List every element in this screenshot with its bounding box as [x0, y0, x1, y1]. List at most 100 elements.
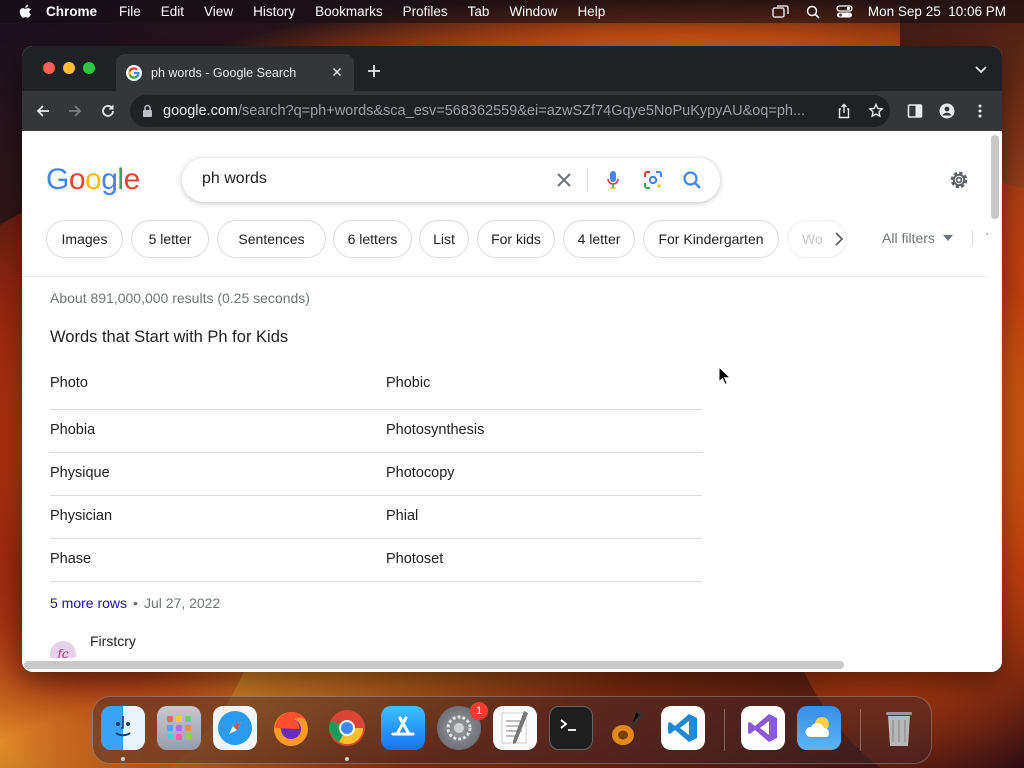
menu-edit[interactable]: Edit [161, 4, 184, 19]
search-box[interactable]: ph words [182, 158, 720, 202]
finder-icon[interactable] [101, 706, 145, 750]
search-icon[interactable] [682, 170, 702, 190]
mouse-pointer-icon [718, 366, 732, 386]
textedit-icon[interactable] [493, 706, 537, 750]
safari-icon[interactable] [213, 706, 257, 750]
all-filters-label: All filters [882, 230, 935, 246]
snippet-table: Photo Phobic Phobia Photosynthesis Physi… [50, 364, 702, 582]
chip-for-kids[interactable]: For kids [477, 220, 555, 258]
snippet-date: Jul 27, 2022 [143, 595, 221, 611]
table-row: Phobia Photosynthesis [50, 410, 702, 453]
menu-bookmarks[interactable]: Bookmarks [315, 4, 383, 19]
menu-window[interactable]: Window [509, 4, 557, 19]
share-icon[interactable] [836, 103, 852, 119]
chip-images[interactable]: Images [46, 220, 123, 258]
horizontal-scroll-thumb[interactable] [24, 661, 844, 669]
lock-icon[interactable] [142, 104, 153, 118]
control-center-icon[interactable] [836, 5, 854, 19]
logo-letter: G [46, 163, 69, 196]
menu-profiles[interactable]: Profiles [403, 4, 448, 19]
spotlight-search-icon[interactable] [804, 5, 822, 19]
featured-snippet-title[interactable]: Words that Start with Ph for Kids [50, 328, 288, 347]
logo-letter: o [85, 163, 102, 196]
voice-search-icon[interactable] [603, 170, 623, 190]
profile-icon[interactable] [939, 103, 955, 119]
url-text: google.com/search?q=ph+words&sca_esv=568… [163, 103, 823, 119]
logo-letter: e [123, 163, 141, 196]
horizontal-scrollbar[interactable] [22, 658, 988, 672]
search-input[interactable]: ph words [202, 170, 267, 188]
menu-view[interactable]: View [204, 4, 233, 19]
chip-list[interactable]: List [419, 220, 469, 258]
chip-6-letters[interactable]: 6 letters [333, 220, 412, 258]
clear-search-icon[interactable] [554, 170, 574, 190]
more-rows-line: 5 more rows • Jul 27, 2022 [50, 595, 220, 611]
more-rows-link[interactable]: 5 more rows [50, 595, 127, 611]
table-cell: Phase [50, 551, 92, 567]
google-logo[interactable]: Google [46, 163, 140, 197]
close-window-button[interactable] [43, 62, 55, 74]
google-lens-icon[interactable] [643, 170, 663, 190]
menu-app-name[interactable]: Chrome [46, 4, 97, 19]
back-icon[interactable] [33, 101, 53, 121]
header-divider [22, 276, 988, 277]
search-results-page: Google ph words Images 5 letter Sentence… [22, 131, 988, 672]
garageband-icon[interactable] [605, 706, 649, 750]
logo-letter: o [68, 163, 86, 196]
terminal-icon[interactable] [549, 706, 593, 750]
side-panel-icon[interactable] [907, 103, 923, 119]
zoom-window-button[interactable] [83, 62, 95, 74]
tools-button[interactable]: Tools [972, 230, 988, 246]
settings-gear-icon[interactable] [948, 169, 970, 191]
menu-tab[interactable]: Tab [468, 4, 490, 19]
chip-sentences[interactable]: Sentences [217, 220, 326, 258]
trash-icon[interactable] [877, 706, 921, 750]
new-tab-icon[interactable] [366, 63, 382, 79]
chip-5-letter[interactable]: 5 letter [131, 220, 209, 258]
table-row: Phase Photoset [50, 539, 702, 582]
table-cell: Phial [386, 508, 419, 524]
vertical-scroll-thumb[interactable] [991, 135, 999, 219]
search-divider [587, 168, 588, 192]
dock: 1 [92, 696, 932, 764]
menu-clock[interactable]: Mon Sep 25 10:06 PM [868, 4, 1006, 19]
dock-separator [724, 709, 725, 751]
menu-history[interactable]: History [253, 4, 295, 19]
weather-icon[interactable] [797, 706, 841, 750]
apple-icon[interactable] [18, 4, 32, 20]
table-cell: Photocopy [386, 465, 455, 481]
launchpad-icon[interactable] [157, 706, 201, 750]
address-bar[interactable]: google.com/search?q=ph+words&sca_esv=568… [130, 95, 890, 127]
reload-icon[interactable] [98, 101, 118, 121]
more-menu-icon[interactable] [972, 103, 988, 119]
tab-search-chevron-icon[interactable] [974, 64, 988, 74]
search-chips-bar: Images 5 letter Sentences 6 letters List… [46, 220, 988, 260]
chrome-icon[interactable] [325, 706, 369, 750]
table-cell: Phobia [50, 422, 96, 438]
title-bar: ph words - Google Search [22, 46, 1002, 91]
chips-scroll-right-icon[interactable] [830, 230, 848, 248]
vertical-scrollbar[interactable] [988, 131, 1002, 672]
caret-down-icon [942, 235, 953, 241]
notification-badge: 1 [470, 702, 488, 720]
table-row: Physician Phial [50, 496, 702, 539]
menu-file[interactable]: File [119, 4, 141, 19]
firefox-icon[interactable] [269, 706, 313, 750]
table-cell: Photoset [386, 551, 444, 567]
all-filters-button[interactable]: All filters [882, 230, 953, 246]
vscode-icon[interactable] [661, 706, 705, 750]
browser-window: ph words - Google Search google.com/sear… [22, 46, 1002, 672]
close-tab-icon[interactable] [330, 65, 344, 79]
app-store-icon[interactable] [381, 706, 425, 750]
minimize-window-button[interactable] [63, 62, 75, 74]
visual-studio-icon[interactable] [741, 706, 785, 750]
screen-mirroring-icon[interactable] [772, 5, 790, 19]
menu-help[interactable]: Help [577, 4, 605, 19]
bookmark-star-icon[interactable] [868, 103, 884, 119]
google-favicon-icon [126, 64, 142, 81]
table-row: Physique Photocopy [50, 453, 702, 496]
tab-active[interactable]: ph words - Google Search [116, 54, 354, 91]
chip-4-letter[interactable]: 4 letter [563, 220, 635, 258]
forward-icon[interactable] [65, 101, 85, 121]
chip-for-kindergarten[interactable]: For Kindergarten [643, 220, 779, 258]
